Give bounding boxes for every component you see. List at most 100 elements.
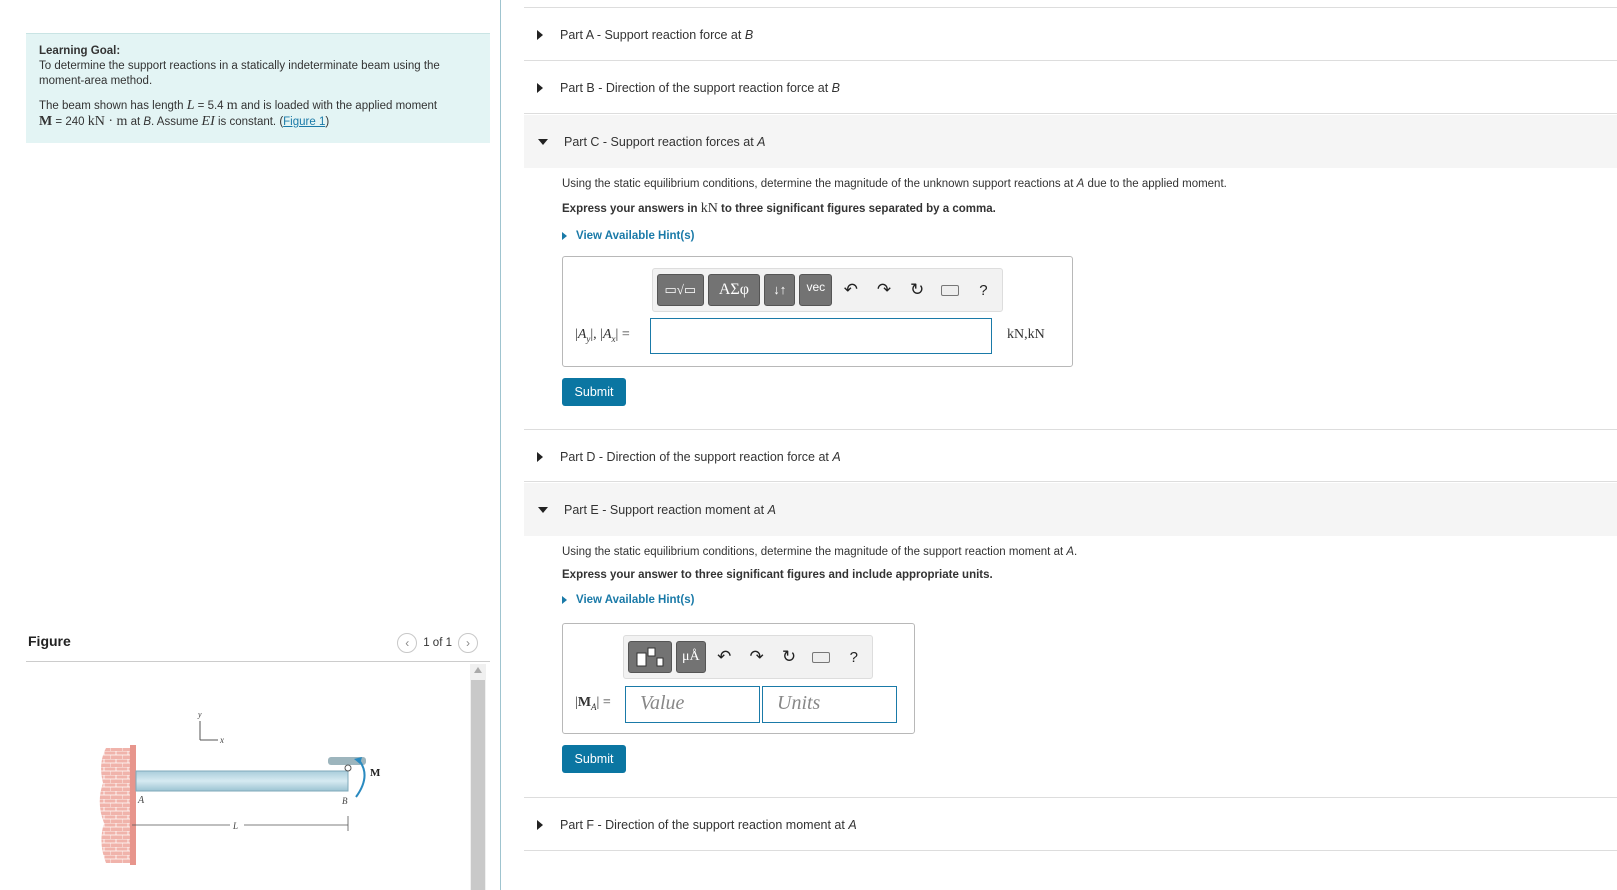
part-a-title: Part A - Support reaction force at B [560, 28, 754, 42]
part-c-answer-input[interactable] [650, 318, 992, 354]
caret-right-icon [562, 232, 567, 240]
part-c-hint-link[interactable]: View Available Hint(s) [562, 230, 1602, 242]
units-input[interactable]: Units [762, 686, 897, 723]
desc-text: is constant. ( [214, 116, 284, 128]
templates-button[interactable]: ▭√▭ [657, 274, 704, 306]
part-d-row[interactable]: Part D - Direction of the support reacti… [524, 430, 1617, 482]
desc-text: and is loaded with the applied moment [237, 100, 438, 112]
part-e-submit-button[interactable]: Submit [562, 745, 626, 773]
figure-pager: ‹ 1 of 1 › [397, 633, 478, 653]
problem-description: The beam shown has length L = 5.4 m and … [39, 98, 477, 130]
part-c-title: Part C - Support reaction forces at A [564, 135, 766, 149]
part-c-row[interactable]: Part C - Support reaction forces at A [524, 115, 1617, 168]
part-d-title: Part D - Direction of the support reacti… [560, 450, 841, 464]
caret-right-icon [562, 596, 567, 604]
help-button[interactable]: ? [969, 274, 998, 306]
caret-down-icon [538, 507, 548, 513]
caret-right-icon [537, 30, 543, 40]
moment-symbol: M [39, 114, 53, 129]
caret-right-icon [537, 452, 543, 462]
figure-title: Figure [28, 633, 71, 649]
part-c-equation-label: |Ay|, |Ax| = [575, 327, 630, 344]
reset-icon[interactable]: ↻ [775, 641, 803, 673]
moment-value: = 240 [52, 116, 88, 128]
part-e-answer-box: μÅ ↶ ↷ ↻ ? |MA| = Value Units [562, 623, 915, 734]
value-input[interactable]: Value [625, 686, 760, 723]
moment-unit: kN · m [87, 114, 128, 129]
part-c-unit: kN,kN [1007, 327, 1045, 342]
point-a-label: A [137, 795, 145, 806]
ei-symbol: EI [201, 114, 215, 129]
goal-text: To determine the support reactions in a … [39, 60, 440, 87]
chevron-right-icon: › [466, 636, 470, 650]
wall-face [130, 745, 136, 865]
roller [344, 764, 352, 772]
part-c-answer-box: ▭√▭ ΑΣφ ↓↑ vec ↶ ↷ ↻ ? |Ay|, |Ax| = kN,k… [562, 256, 1073, 367]
part-e-title: Part E - Support reaction moment at A [564, 503, 776, 517]
undo-icon[interactable]: ↶ [710, 641, 738, 673]
right-pane: Part A - Support reaction force at B Par… [524, 0, 1617, 890]
pane-divider [500, 0, 501, 890]
part-c-submit-button[interactable]: Submit [562, 378, 626, 406]
part-b-row[interactable]: Part B - Direction of the support reacti… [524, 61, 1617, 114]
undo-icon[interactable]: ↶ [836, 274, 865, 306]
templates-icon[interactable] [628, 641, 672, 673]
part-c-question: Using the static equilibrium conditions,… [562, 178, 1227, 190]
scroll-up-icon[interactable] [474, 667, 482, 673]
keyboard-icon[interactable] [807, 641, 835, 673]
caret-down-icon [538, 139, 548, 145]
help-button[interactable]: ? [840, 641, 868, 673]
figure-page-count: 1 of 1 [423, 637, 452, 649]
desc-text: at [127, 116, 144, 128]
prev-figure-button[interactable]: ‹ [397, 633, 418, 653]
part-f-title: Part F - Direction of the support reacti… [560, 818, 857, 832]
caret-right-icon [537, 820, 543, 830]
part-c-toolbar: ▭√▭ ΑΣφ ↓↑ vec ↶ ↷ ↻ ? [652, 268, 1003, 312]
redo-icon[interactable]: ↷ [869, 274, 898, 306]
vector-button[interactable]: vec [799, 274, 833, 306]
next-figure-button[interactable]: › [458, 633, 478, 653]
redo-icon[interactable]: ↷ [742, 641, 770, 673]
keyboard-icon[interactable] [936, 274, 965, 306]
part-c-body: Using the static equilibrium conditions,… [562, 178, 1602, 242]
part-e-hint-link[interactable]: View Available Hint(s) [562, 594, 1602, 606]
desc-text: The beam shown has length [39, 100, 184, 112]
units-button[interactable]: μÅ [675, 641, 707, 673]
part-f-row[interactable]: Part F - Direction of the support reacti… [524, 798, 1617, 851]
part-e-equation-label: |MA| = [575, 695, 611, 712]
part-e-body: Using the static equilibrium conditions,… [562, 546, 1602, 606]
moment-label: M [370, 767, 381, 779]
figure-header: Figure ‹ 1 of 1 › [26, 630, 490, 662]
scroll-thumb[interactable] [471, 680, 485, 890]
beam-diagram: y x M A B L [99, 710, 381, 865]
y-axis-label: y [197, 710, 202, 719]
reset-icon[interactable]: ↻ [903, 274, 932, 306]
x-axis-label: x [219, 735, 224, 745]
figure-link[interactable]: Figure 1 [283, 116, 325, 128]
length-label: L [232, 821, 238, 831]
caret-right-icon [537, 83, 543, 93]
coordinate-axes [199, 721, 218, 741]
part-a-row[interactable]: Part A - Support reaction force at B [524, 8, 1617, 61]
arrows-button[interactable]: ↓↑ [764, 274, 796, 306]
desc-text: . Assume [151, 116, 202, 128]
part-e-toolbar: μÅ ↶ ↷ ↻ ? [623, 635, 873, 679]
left-pane: Learning Goal: To determine the support … [0, 0, 500, 890]
point-b: B [143, 116, 152, 128]
part-c-instruction: Express your answers in kN to three sign… [562, 201, 996, 216]
greek-symbols-button[interactable]: ΑΣφ [707, 274, 761, 306]
chevron-left-icon: ‹ [405, 636, 410, 650]
part-b-title: Part B - Direction of the support reacti… [560, 81, 841, 95]
desc-text: ) [325, 116, 330, 128]
part-e-row[interactable]: Part E - Support reaction moment at A [524, 483, 1617, 536]
part-e-instruction: Express your answer to three significant… [562, 569, 993, 581]
goal-title: Learning Goal: [39, 45, 121, 57]
length-value: = 5.4 [194, 100, 227, 112]
figure-area: y x M A B L [26, 663, 490, 890]
figure-scrollbar[interactable] [470, 664, 486, 890]
template-grid-icon [636, 647, 664, 667]
beam [135, 770, 349, 792]
length-unit: m [226, 98, 238, 113]
part-e-question: Using the static equilibrium conditions,… [562, 546, 1078, 558]
point-b-label: B [342, 796, 348, 806]
